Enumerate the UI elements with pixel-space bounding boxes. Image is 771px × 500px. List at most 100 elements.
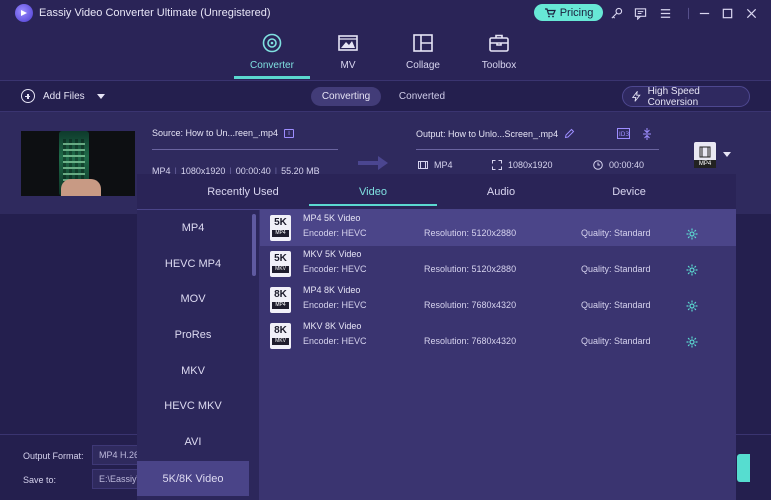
output-format-label: Output Format:: [23, 451, 84, 461]
video-thumbnail[interactable]: [21, 131, 135, 196]
preset-resolution: Resolution: 7680x4320: [424, 336, 517, 346]
mv-icon: [338, 35, 358, 51]
maximize-icon[interactable]: [719, 5, 735, 21]
output-format-badge: MP4: [694, 160, 716, 168]
add-icon: [21, 89, 35, 103]
info-icon[interactable]: i: [284, 128, 295, 138]
lightning-icon: [631, 91, 641, 102]
toolbar: Add Files Converting Converted High Spee…: [0, 80, 771, 112]
divider: [416, 149, 659, 150]
gear-icon[interactable]: [686, 336, 698, 348]
high-speed-conversion-button[interactable]: High Speed Conversion: [622, 85, 750, 108]
nav-mv[interactable]: MV: [310, 32, 386, 80]
title-bar: Eassiy Video Converter Ultimate (Unregis…: [0, 0, 771, 26]
output-duration: 00:00:40: [609, 160, 645, 170]
gear-icon[interactable]: [686, 264, 698, 276]
add-files-button[interactable]: Add Files: [21, 89, 105, 103]
output-duration-meta: 00:00:40: [593, 160, 644, 170]
preset-name: MP4 5K Video: [303, 213, 361, 223]
chevron-down-icon[interactable]: [96, 93, 105, 99]
output-format-meta: MP4: [418, 160, 453, 170]
cart-icon: [544, 7, 556, 17]
output-resolution-meta: 1080x1920: [492, 160, 553, 170]
expand-icon: [492, 160, 502, 170]
preset-name: MKV 8K Video: [303, 321, 362, 331]
preset-row[interactable]: 8K MKV MKV 8K Video Encoder: HEVC Resolut…: [260, 318, 736, 354]
output-filename: Output: How to Unlo...Screen_.mp4: [416, 128, 559, 139]
format-list: MP4 HEVC MP4 MOV ProRes MKV HEVC MKV AVI…: [137, 210, 259, 500]
format-item-mkv[interactable]: MKV: [137, 353, 249, 388]
preset-quality: Quality: Standard: [581, 228, 651, 238]
tab-converted[interactable]: Converted: [392, 87, 452, 106]
preset-encoder: Encoder: HEVC: [303, 228, 367, 238]
save-to-label: Save to:: [23, 475, 57, 485]
tab-device[interactable]: Device: [565, 174, 693, 210]
nav-label: MV: [340, 60, 356, 71]
preset-row[interactable]: 5K MP4 MP4 5K Video Encoder: HEVC Resolut…: [260, 210, 736, 246]
toolbox-icon: [489, 34, 509, 52]
format-item-hevc-mkv[interactable]: HEVC MKV: [137, 388, 249, 423]
source-filename: Source: How to Un...reen_.mp4: [152, 128, 279, 138]
output-format: MP4: [434, 160, 453, 170]
tab-converting[interactable]: Converting: [311, 87, 381, 106]
feedback-icon[interactable]: [632, 5, 648, 21]
preset-row[interactable]: 5K MKV MKV 5K Video Encoder: HEVC Resolut…: [260, 246, 736, 282]
gear-icon[interactable]: [686, 228, 698, 240]
preset-list: 5K MP4 MP4 5K Video Encoder: HEVC Resolut…: [260, 210, 736, 500]
app-logo-icon: [15, 4, 33, 22]
tab-audio[interactable]: Audio: [437, 174, 565, 210]
preset-row[interactable]: 8K MP4 MP4 8K Video Encoder: HEVC Resolut…: [260, 282, 736, 318]
film-icon: [699, 146, 711, 158]
output-format-selector[interactable]: MP4: [694, 142, 716, 168]
format-item-mov[interactable]: MOV: [137, 281, 249, 316]
key-icon[interactable]: [608, 5, 624, 21]
preset-format-icon: 5K MP4: [270, 215, 291, 241]
chevron-down-icon[interactable]: [723, 152, 731, 157]
pricing-label: Pricing: [559, 6, 594, 19]
nav-toolbox[interactable]: Toolbox: [461, 32, 537, 80]
format-list-scrollbar[interactable]: [252, 214, 256, 276]
tab-recently-used[interactable]: Recently Used: [177, 174, 309, 210]
close-icon[interactable]: [743, 5, 759, 21]
nav-label: Collage: [406, 60, 440, 71]
minimize-icon[interactable]: [696, 5, 712, 21]
edit-icon[interactable]: [564, 128, 575, 139]
pricing-button[interactable]: Pricing: [534, 4, 603, 21]
preset-encoder: Encoder: HEVC: [303, 336, 367, 346]
converter-icon: [262, 33, 282, 53]
high-speed-label: High Speed Conversion: [647, 85, 700, 108]
preset-quality: Quality: Standard: [581, 336, 651, 346]
preset-format-icon: 8K MP4: [270, 287, 291, 313]
format-item-prores[interactable]: ProRes: [137, 317, 249, 352]
format-tabs: Recently Used Video Audio Device: [137, 174, 736, 210]
active-tab-indicator: [234, 76, 310, 79]
format-item-mp4[interactable]: MP4: [137, 210, 249, 245]
convert-all-button[interactable]: [737, 454, 750, 482]
format-item-hevc-mp4[interactable]: HEVC MP4: [137, 246, 249, 281]
gear-icon[interactable]: [686, 300, 698, 312]
preset-resolution: Resolution: 5120x2880: [424, 264, 517, 274]
preset-name: MP4 8K Video: [303, 285, 361, 295]
source-info: Source: How to Un...reen_.mp4 i: [152, 128, 295, 138]
nav-collage[interactable]: Collage: [385, 32, 461, 80]
nav-label: Converter: [250, 60, 294, 71]
collage-icon: [413, 34, 433, 52]
menu-icon[interactable]: [657, 5, 673, 21]
format-panel: Recently Used Video Audio Device MP4 HEV…: [137, 174, 736, 500]
preset-format-icon: 8K MKV: [270, 323, 291, 349]
svg-text:ID3: ID3: [619, 131, 629, 138]
format-item-5k-8k-video[interactable]: 5K/8K Video: [137, 461, 249, 496]
preset-name: MKV 5K Video: [303, 249, 362, 259]
clock-icon: [593, 160, 603, 170]
output-resolution: 1080x1920: [508, 160, 553, 170]
active-tab-indicator: [309, 204, 437, 206]
window-title: Eassiy Video Converter Ultimate (Unregis…: [39, 7, 271, 19]
id3-icon[interactable]: ID3: [617, 128, 630, 139]
nav-label: Toolbox: [481, 60, 517, 71]
divider-icon: [680, 5, 696, 21]
format-item-avi[interactable]: AVI: [137, 424, 249, 459]
output-info: Output: How to Unlo...Screen_.mp4: [416, 128, 575, 139]
nav-converter[interactable]: Converter: [234, 32, 310, 80]
compress-icon[interactable]: [642, 128, 652, 140]
preset-resolution: Resolution: 5120x2880: [424, 228, 517, 238]
